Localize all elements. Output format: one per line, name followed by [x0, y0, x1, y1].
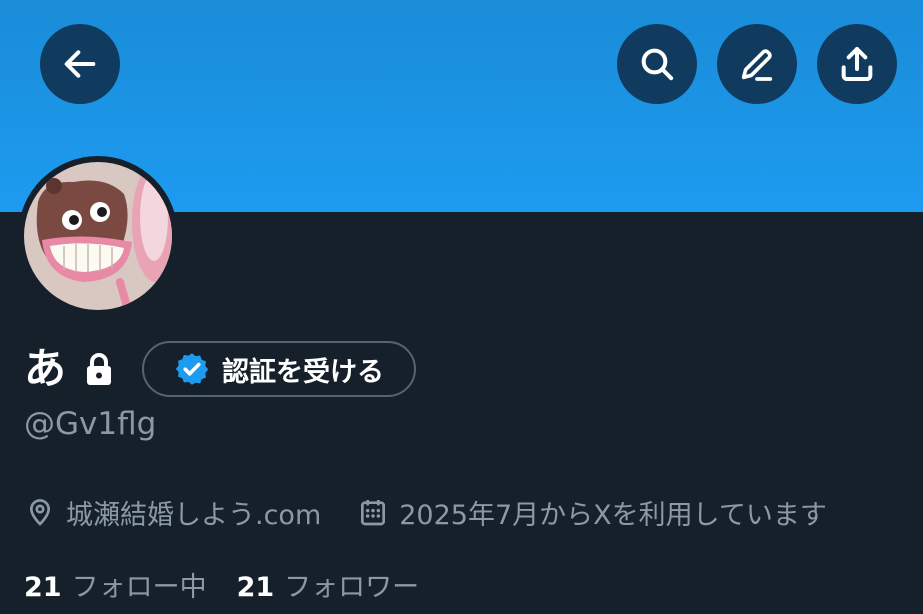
back-button[interactable]: [40, 24, 120, 104]
following-label: フォロー中: [71, 571, 207, 603]
joined-text: 2025年7月からXを利用しています: [399, 499, 827, 531]
following-count: 21: [24, 571, 62, 603]
following-link[interactable]: 21 フォロー中: [24, 565, 207, 604]
name-row: あ 認証を受ける: [24, 338, 417, 400]
avatar-image: [24, 162, 172, 310]
display-name: あ: [24, 344, 67, 393]
edit-pencil-icon: [741, 49, 773, 81]
avatar[interactable]: [24, 162, 172, 310]
joined-item: 2025年7月からXを利用しています: [357, 493, 827, 532]
profile-meta: 城瀬結婚しよう.com 2025年7月からXを利用しています: [24, 490, 827, 534]
back-arrow-icon: [64, 50, 96, 78]
edit-button[interactable]: [717, 24, 797, 104]
followers-count: 21: [236, 571, 275, 603]
followers-link[interactable]: 21 フォロワー: [237, 565, 420, 604]
followers-label: フォロワー: [284, 571, 420, 603]
avatar-frame: [18, 156, 178, 316]
get-verified-button[interactable]: 認証を受ける: [142, 341, 417, 397]
search-icon: [641, 48, 674, 81]
website-text[interactable]: 城瀬結婚しよう.com: [66, 493, 321, 532]
calendar-icon: [361, 500, 386, 526]
share-button[interactable]: [817, 24, 897, 104]
share-upload-icon: [841, 47, 873, 81]
user-handle: @Gv1flg: [24, 406, 157, 442]
search-button[interactable]: [617, 24, 697, 104]
get-verified-label: 認証を受ける: [222, 356, 385, 388]
website-item[interactable]: 城瀬結婚しよう.com: [24, 493, 321, 532]
follow-stats: 21 フォロー中 21 フォロワー: [24, 562, 419, 606]
lock-icon: [84, 352, 114, 386]
verified-badge-icon: [175, 353, 209, 385]
location-pin-icon: [29, 499, 51, 526]
